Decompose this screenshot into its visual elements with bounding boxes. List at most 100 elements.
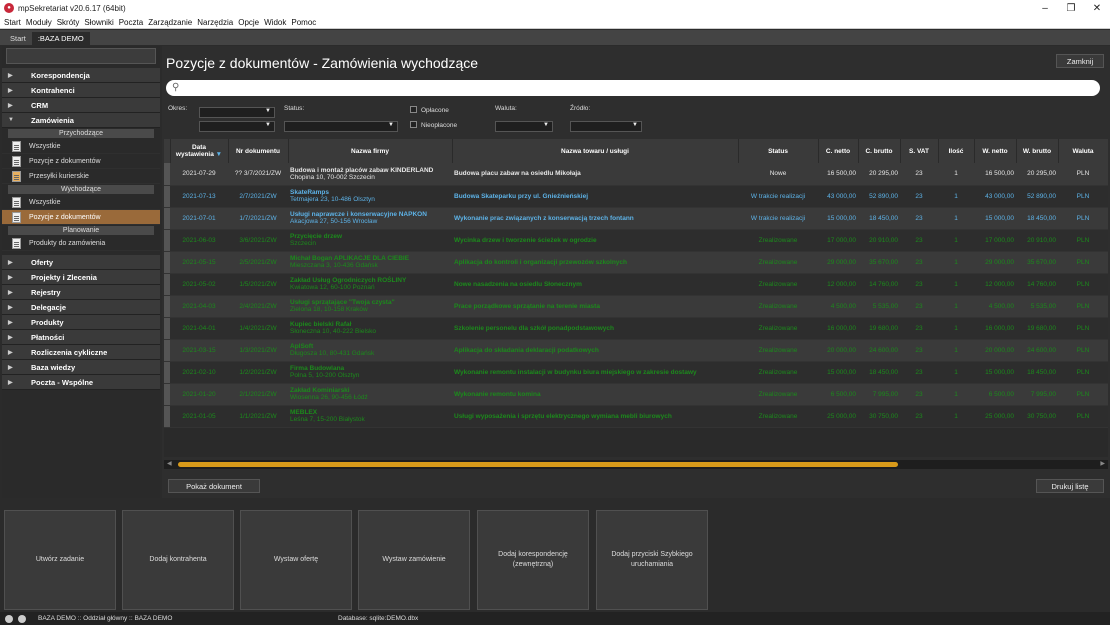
sidebar-group-korespondencja[interactable]: ▶ Korespondencja <box>2 68 160 83</box>
table-row[interactable]: 2021-02-10 1/2/2021/ZW Firma Budowlana Poln… <box>164 361 1108 384</box>
okres-to-select[interactable] <box>199 121 275 132</box>
sidebar-group-rejestry[interactable]: ▶ Rejestry <box>2 285 160 300</box>
sidebar-group-platnosci[interactable]: ▶ Płatności <box>2 330 160 345</box>
add-correspondence-button[interactable]: Dodaj korespondencję (zewnętrzną) <box>477 510 589 610</box>
sidebar-subheader-incoming: Przychodzące <box>8 129 154 138</box>
unpaid-checkbox[interactable] <box>410 121 417 128</box>
sidebar-group-poczta-wspolne[interactable]: ▶ Poczta - Wspólne <box>2 375 160 390</box>
close-panel-button[interactable]: Zamknij <box>1056 54 1104 68</box>
cell-date: 2021-07-01 <box>170 207 228 230</box>
close-window-button[interactable]: ✕ <box>1084 3 1110 14</box>
sidebar-group-kontrahenci[interactable]: ▶ Kontrahenci <box>2 83 160 98</box>
sidebar-item-incoming-all[interactable]: Wszystkie <box>2 139 160 154</box>
sidebar-item-label: Wszystkie <box>29 142 61 150</box>
col-qty[interactable]: Ilość <box>938 139 975 163</box>
horizontal-scrollbar[interactable]: ◀ ▶ <box>164 460 1108 469</box>
col-status[interactable]: Status <box>738 139 819 163</box>
menu-pomoc[interactable]: Pomoc <box>291 18 316 27</box>
maximize-button[interactable]: ❐ <box>1058 3 1084 14</box>
menu-poczta[interactable]: Poczta <box>119 18 143 27</box>
expand-arrow-icon: ▶ <box>8 274 13 281</box>
sidebar-item-outgoing-positions[interactable]: Pozycje z dokumentów <box>2 210 160 225</box>
sidebar-group-rozliczenia[interactable]: ▶ Rozliczenia cykliczne <box>2 345 160 360</box>
currency-select[interactable] <box>495 121 553 132</box>
print-list-button[interactable]: Drukuj listę <box>1036 479 1104 493</box>
col-unit-net[interactable]: C. netto <box>818 139 859 163</box>
cell-date: 2021-05-15 <box>170 251 228 274</box>
menu-narzedzia[interactable]: Narzędzia <box>197 18 233 27</box>
col-unit-gross[interactable]: C. brutto <box>858 139 901 163</box>
sidebar-item-outgoing-all[interactable]: Wszystkie <box>2 195 160 210</box>
add-contractor-button[interactable]: Dodaj kontrahenta <box>122 510 234 610</box>
table-row[interactable]: 2021-07-01 1/7/2021/ZW Usługi naprawcze i … <box>164 207 1108 230</box>
tab-start[interactable]: Start <box>4 32 32 45</box>
table-row[interactable]: 2021-04-01 1/4/2021/ZW Kupiec bielski Rafa… <box>164 317 1108 340</box>
sidebar-group-zamowienia[interactable]: ▼ Zamówienia <box>2 113 160 128</box>
menu-widok[interactable]: Widok <box>264 18 286 27</box>
okres-from-select[interactable] <box>199 107 275 118</box>
table-row[interactable]: 2021-07-13 2/7/2021/ZW SkateRamps Tetmajera… <box>164 185 1108 208</box>
cell-doc-number: ?? 3/7/2021/ZW <box>228 163 288 186</box>
sidebar-group-projekty[interactable]: ▶ Projekty i Zlecenia <box>2 270 160 285</box>
col-currency[interactable]: Waluta <box>1058 139 1108 163</box>
paid-checkbox[interactable] <box>410 106 417 113</box>
cell-unit-net: 16 000,00 <box>818 317 858 340</box>
sidebar-search-input[interactable] <box>6 48 156 64</box>
sidebar-group-crm[interactable]: ▶ CRM <box>2 98 160 113</box>
sidebar-item-products-to-order[interactable]: Produkty do zamówienia <box>2 236 160 251</box>
table-row[interactable]: 2021-01-20 2/1/2021/ZW Zakład Kominiarski W… <box>164 383 1108 406</box>
create-task-button[interactable]: Utwórz zadanie <box>4 510 116 610</box>
table-row[interactable]: 2021-04-03 2/4/2021/ZW Usługi sprzątające … <box>164 295 1108 318</box>
table-row[interactable]: 2021-07-29?? 3/7/2021/ZW Budowa i montaż … <box>164 163 1108 186</box>
cell-doc-number: 2/1/2021/ZW <box>228 383 288 406</box>
scrollbar-thumb[interactable] <box>178 462 898 467</box>
cell-date: 2021-05-02 <box>170 273 228 296</box>
table-row[interactable]: 2021-06-03 3/6/2021/ZW Przycięcie drzew Szc… <box>164 229 1108 252</box>
sidebar-item-incoming-positions[interactable]: Pozycje z dokumentów <box>2 154 160 169</box>
expand-arrow-icon: ▶ <box>8 259 13 266</box>
sidebar-group-oferty[interactable]: ▶ Oferty <box>2 255 160 270</box>
menu-moduly[interactable]: Moduły <box>26 18 52 27</box>
menu-start[interactable]: Start <box>4 18 21 27</box>
menu-slowniki[interactable]: Słowniki <box>84 18 113 27</box>
search-icon: ⚲ <box>172 82 180 93</box>
tab-baza-demo[interactable]: :BAZA DEMO <box>31 32 90 45</box>
col-vat[interactable]: S. VAT <box>900 139 939 163</box>
table-row[interactable]: 2021-05-02 1/5/2021/ZW Zakład Usług Ogrodn… <box>164 273 1108 296</box>
cell-unit-net: 4 500,00 <box>818 295 858 318</box>
col-product[interactable]: Nazwa towaru / usługi <box>452 139 739 163</box>
col-date[interactable]: Data wystawienia ▼ <box>170 139 229 163</box>
cell-product: Wykonanie remontu instalacji w budynku b… <box>452 361 738 384</box>
add-quick-launch-button[interactable]: Dodaj przyciski Szybkiego uruchamiania <box>596 510 708 610</box>
menu-skroty[interactable]: Skróty <box>57 18 80 27</box>
scroll-left-icon[interactable]: ◀ <box>167 460 172 467</box>
create-offer-button[interactable]: Wystaw ofertę <box>240 510 352 610</box>
sidebar-item-courier[interactable]: Przesyłki kurierskie <box>2 169 160 184</box>
table-row[interactable]: 2021-01-05 1/1/2021/ZW MEBLEX Leśna 7, 15-2… <box>164 405 1108 428</box>
cell-unit-net: 16 500,00 <box>818 163 858 186</box>
menu-zarzadzanie[interactable]: Zarządzanie <box>148 18 192 27</box>
cell-product: Wycinka drzew i tworzenie ścieżek w ogro… <box>452 229 738 252</box>
col-doc-number[interactable]: Nr dokumentu <box>228 139 289 163</box>
menu-opcje[interactable]: Opcje <box>238 18 259 27</box>
status-select[interactable] <box>284 121 398 132</box>
table-row[interactable]: 2021-05-15 2/5/2021/ZW Michał Bogan APLIKA… <box>164 251 1108 274</box>
cell-qty: 1 <box>938 273 974 296</box>
cell-qty: 1 <box>938 163 974 186</box>
table-row[interactable]: 2021-03-15 1/3/2021/ZW AplSoft Długosza 10,… <box>164 339 1108 362</box>
col-company[interactable]: Nazwa firmy <box>288 139 453 163</box>
col-total-gross[interactable]: W. brutto <box>1016 139 1059 163</box>
create-order-button[interactable]: Wystaw zamówienie <box>358 510 470 610</box>
col-total-net[interactable]: W. netto <box>974 139 1017 163</box>
show-document-button[interactable]: Pokaż dokument <box>168 479 260 493</box>
status-dot-icon <box>5 614 13 623</box>
sidebar-group-baza-wiedzy[interactable]: ▶ Baza wiedzy <box>2 360 160 375</box>
search-input[interactable]: ⚲ <box>166 80 1100 96</box>
source-label: Źródło: <box>570 105 591 112</box>
scroll-right-icon[interactable]: ▶ <box>1100 460 1105 467</box>
status-dot-icon <box>18 614 26 623</box>
sidebar-group-delegacje[interactable]: ▶ Delegacje <box>2 300 160 315</box>
source-select[interactable] <box>570 121 642 132</box>
minimize-button[interactable]: – <box>1032 3 1058 14</box>
sidebar-group-produkty[interactable]: ▶ Produkty <box>2 315 160 330</box>
